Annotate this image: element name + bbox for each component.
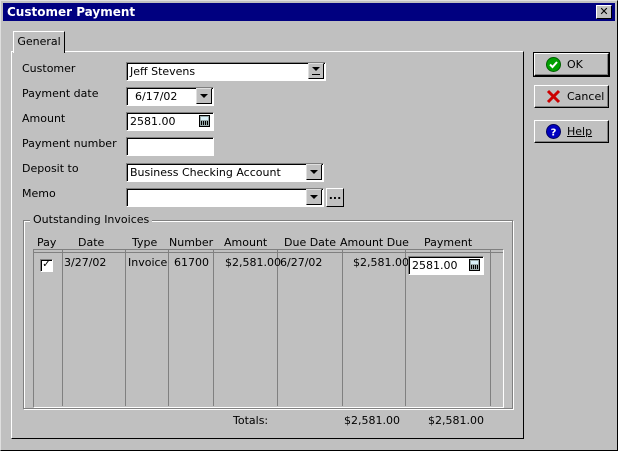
underline-bar-icon	[312, 74, 320, 75]
chevron-down-icon	[310, 195, 318, 199]
row-date: 3/27/02	[64, 256, 107, 269]
col-divider	[342, 250, 343, 406]
row-amount-due: $2,581.00	[353, 256, 409, 269]
list-top-rule	[34, 252, 503, 253]
payment-date-value: 6/17/02	[135, 90, 178, 103]
col-divider	[277, 250, 278, 406]
memo-combo[interactable]	[126, 188, 324, 207]
col-header-pay: Pay	[37, 236, 57, 249]
customer-payment-window: Customer Payment ✕ General Customer Jeff…	[0, 0, 618, 451]
col-divider	[125, 250, 126, 406]
deposit-to-dropdown-button[interactable]	[306, 164, 322, 180]
row-type: Invoice	[128, 256, 168, 269]
customer-dropdown-button[interactable]	[308, 63, 324, 79]
chevron-down-icon	[200, 94, 208, 98]
col-divider	[168, 250, 169, 406]
window-title: Customer Payment	[7, 5, 136, 19]
title-bar: Customer Payment ✕	[3, 3, 615, 21]
totals-payment: $2,581.00	[428, 414, 484, 427]
totals-amount-due: $2,581.00	[344, 414, 400, 427]
col-divider	[490, 250, 491, 406]
deposit-to-value: Business Checking Account	[130, 166, 281, 179]
close-icon: ✕	[599, 5, 609, 18]
checkmark-circle-icon	[546, 57, 561, 72]
col-header-date: Date	[78, 236, 105, 249]
memo-label: Memo	[22, 187, 56, 200]
arrow-down-icon	[312, 67, 320, 71]
help-icon: ?	[546, 124, 561, 139]
payment-date-dropdown-button[interactable]	[196, 88, 212, 104]
col-header-amount: Amount	[224, 236, 268, 249]
col-divider	[62, 250, 63, 406]
amount-label: Amount	[22, 112, 66, 125]
tab-general[interactable]: General	[13, 31, 65, 53]
col-header-number: Number	[169, 236, 214, 249]
customer-label: Customer	[22, 62, 76, 75]
amount-value: 2581.00	[130, 115, 176, 128]
payment-number-field[interactable]	[126, 137, 214, 156]
customer-value: Jeff Stevens	[130, 65, 196, 78]
svg-text:?: ?	[551, 128, 557, 139]
col-divider	[405, 250, 406, 406]
checkmark-icon: ✓	[42, 259, 51, 270]
deposit-to-combo[interactable]: Business Checking Account	[126, 163, 324, 182]
col-header-amount-due: Amount Due	[340, 236, 409, 249]
row-payment-value: 2581.00	[412, 259, 458, 272]
memo-dropdown-button[interactable]	[306, 189, 322, 205]
row-number: 61700	[174, 256, 209, 269]
close-icon	[546, 89, 561, 104]
totals-label: Totals:	[233, 414, 269, 427]
payment-date-label: Payment date	[22, 87, 99, 100]
pay-checkbox[interactable]: ✓	[40, 259, 53, 272]
ok-button[interactable]: OK	[533, 52, 610, 77]
calculator-icon[interactable]	[199, 115, 210, 127]
chevron-down-icon	[310, 170, 318, 174]
cancel-button[interactable]: Cancel	[534, 85, 609, 108]
col-header-payment: Payment	[424, 236, 473, 249]
calculator-icon[interactable]	[469, 259, 480, 271]
cancel-label: Cancel	[567, 90, 605, 103]
help-label: Help	[567, 125, 593, 138]
close-button[interactable]: ✕	[596, 5, 612, 19]
help-button[interactable]: ? Help	[534, 120, 609, 143]
col-header-due-date: Due Date	[284, 236, 336, 249]
col-header-type: Type	[132, 236, 158, 249]
outstanding-invoices-title: Outstanding Invoices	[30, 213, 153, 226]
customer-combo[interactable]: Jeff Stevens	[126, 62, 326, 81]
col-divider	[213, 250, 214, 406]
row-due-date: 6/27/02	[280, 256, 323, 269]
row-amount: $2,581.00	[225, 256, 281, 269]
deposit-to-label: Deposit to	[22, 162, 79, 175]
payment-number-label: Payment number	[22, 137, 117, 150]
ok-label: OK	[567, 58, 583, 71]
memo-browse-button[interactable]: ...	[326, 188, 344, 207]
